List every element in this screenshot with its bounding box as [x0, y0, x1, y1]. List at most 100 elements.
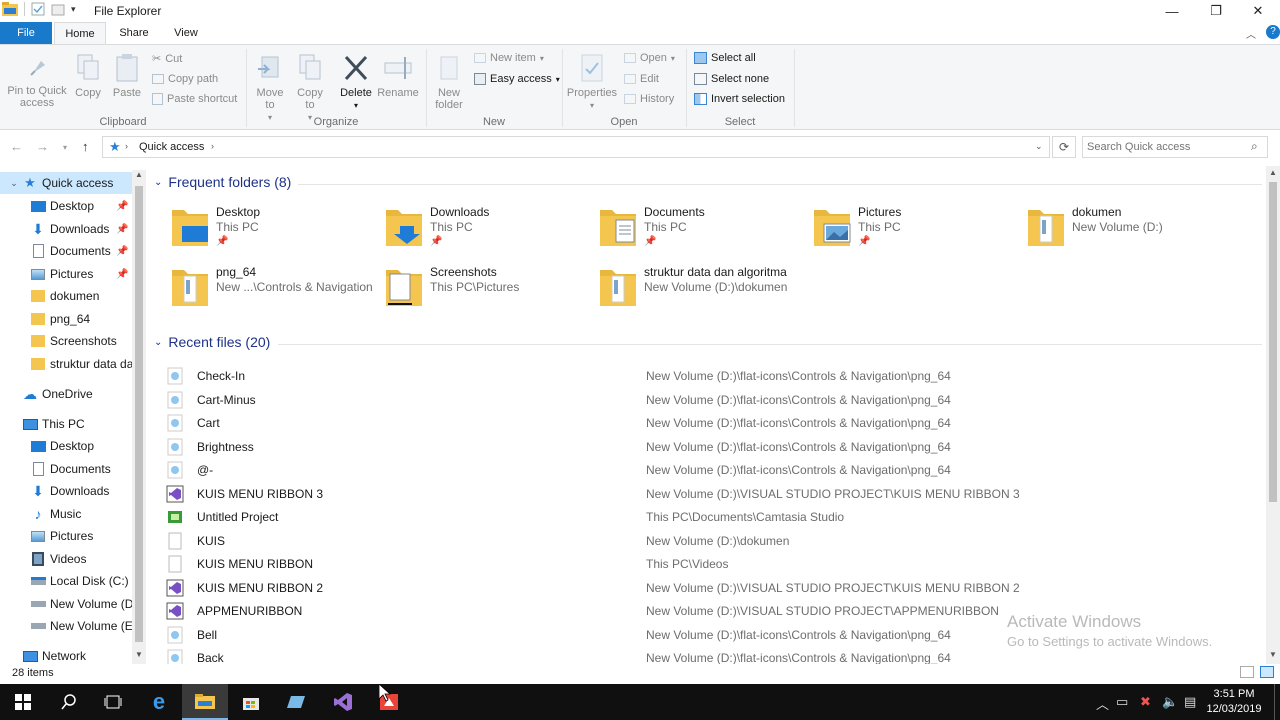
tab-view[interactable]: View [162, 22, 210, 44]
recent-file-row[interactable]: KUIS MENU RIBBON This PC\Videos [164, 553, 1254, 575]
folder-tile[interactable]: Screenshots This PC\Pictures [364, 264, 578, 320]
tab-share[interactable]: Share [110, 22, 158, 44]
sidebar-item-struktur-data[interactable]: struktur data dan algoritma [0, 353, 132, 375]
edit-button[interactable]: Edit [624, 73, 659, 85]
new-folder-button[interactable]: New folder [430, 53, 468, 111]
sidebar-item-documents[interactable]: Documents 📌 [0, 240, 132, 262]
folder-tile[interactable]: Downloads This PC 📌 [364, 204, 578, 260]
new-folder-icon[interactable] [51, 2, 65, 16]
recent-file-row[interactable]: Cart-Minus New Volume (D:)\flat-icons\Con… [164, 389, 1254, 411]
breadcrumb-chevron-icon[interactable]: › [211, 141, 214, 151]
paste-button[interactable]: Paste [110, 53, 144, 99]
sidebar-item-png-64[interactable]: png_64 [0, 308, 132, 330]
content-scrollbar[interactable]: ▲ ▼ [1266, 166, 1280, 664]
collapse-ribbon-icon[interactable]: ︿ [1246, 26, 1256, 41]
recent-file-row[interactable]: Cart New Volume (D:)\flat-icons\Controls … [164, 412, 1254, 434]
sidebar-item-music[interactable]: ♪ Music [0, 503, 132, 525]
paste-shortcut-button[interactable]: Paste shortcut [152, 93, 237, 105]
sidebar-item-pc-downloads[interactable]: ⬇ Downloads [0, 480, 132, 502]
cut-button[interactable]: ✂ Cut [152, 52, 182, 66]
taskbar-visual-studio[interactable] [320, 684, 366, 720]
refresh-icon[interactable]: ⟳ [1052, 136, 1076, 158]
select-none-button[interactable]: Select none [694, 73, 769, 85]
back-arrow-icon[interactable]: ← [10, 139, 23, 154]
delete-button[interactable]: Delete ▾ [338, 53, 374, 112]
folder-tile[interactable]: Documents This PC 📌 [578, 204, 792, 260]
sidebar-item-new-volume-e[interactable]: New Volume (E:) [0, 615, 132, 637]
collapse-chevron-icon[interactable]: ⌄ [154, 337, 162, 348]
recent-file-row[interactable]: Check-In New Volume (D:)\flat-icons\Contr… [164, 365, 1254, 387]
properties-icon[interactable] [31, 2, 45, 16]
copy-path-button[interactable]: Copy path [152, 73, 218, 85]
sidebar-item-onedrive[interactable]: ☁ OneDrive [0, 383, 132, 405]
scroll-up-icon[interactable]: ▲ [135, 170, 143, 179]
breadcrumb-location[interactable]: Quick access [139, 141, 204, 153]
sidebar-item-dokumen[interactable]: dokumen [0, 285, 132, 307]
details-view-icon[interactable] [1240, 666, 1254, 678]
sidebar-item-pc-pictures[interactable]: Pictures [0, 525, 132, 547]
sidebar-item-local-disk-c[interactable]: Local Disk (C:) [0, 570, 132, 592]
address-dropdown-icon[interactable]: ⌄ [1035, 141, 1043, 152]
sidebar-item-downloads[interactable]: ⬇ Downloads 📌 [0, 218, 132, 240]
taskbar-app[interactable] [274, 684, 320, 720]
task-view-button[interactable] [90, 684, 136, 720]
taskbar-store[interactable] [228, 684, 274, 720]
large-icons-view-icon[interactable] [1260, 666, 1274, 678]
sidebar-item-desktop[interactable]: Desktop 📌 [0, 195, 132, 217]
volume-muted-icon[interactable]: 🔈 [1162, 694, 1178, 710]
scroll-down-icon[interactable]: ▼ [1269, 650, 1277, 659]
action-center-icon[interactable]: ▤ [1184, 694, 1196, 710]
clock[interactable]: 3:51 PM 12/03/2019 [1206, 687, 1262, 717]
collapse-chevron-icon[interactable]: ⌄ [154, 177, 162, 188]
taskbar-file-explorer[interactable] [182, 684, 228, 720]
up-arrow-icon[interactable]: ↑ [82, 139, 89, 154]
minimize-button[interactable]: — [1150, 0, 1194, 22]
select-all-button[interactable]: Select all [694, 52, 756, 64]
recent-file-row[interactable]: Brightness New Volume (D:)\flat-icons\Con… [164, 436, 1254, 458]
forward-arrow-icon[interactable]: → [36, 139, 49, 154]
scroll-down-icon[interactable]: ▼ [135, 650, 143, 659]
recent-file-row[interactable]: KUIS MENU RIBBON 3 New Volume (D:)\VISUAL… [164, 483, 1254, 505]
move-to-button[interactable]: Move to ▾ [252, 53, 288, 124]
battery-icon[interactable]: ▭ [1116, 694, 1128, 710]
sidebar-item-new-volume-d[interactable]: New Volume (D:) [0, 593, 132, 615]
recent-file-row[interactable]: KUIS New Volume (D:)\dokumen [164, 530, 1254, 552]
close-button[interactable]: ✕ [1236, 0, 1280, 22]
address-bar[interactable]: ★ › Quick access › ⌄ [102, 136, 1050, 158]
expand-chevron-icon[interactable]: ⌄ [6, 175, 22, 191]
sidebar-item-network[interactable]: Network [0, 645, 132, 664]
recent-file-row[interactable]: @- New Volume (D:)\flat-icons\Controls & … [164, 459, 1254, 481]
rename-button[interactable]: Rename [376, 53, 420, 99]
sidebar-item-quick-access[interactable]: ⌄ ★ Quick access [0, 172, 132, 194]
folder-tile[interactable]: png_64 New ...\Controls & Navigation [150, 264, 373, 320]
tab-home[interactable]: Home [54, 22, 106, 44]
open-button[interactable]: Open ▾ [624, 52, 675, 64]
sidebar-item-pictures[interactable]: Pictures 📌 [0, 263, 132, 285]
recent-locations-chevron-icon[interactable]: ▾ [63, 143, 67, 152]
frequent-folders-header[interactable]: ⌄ Frequent folders (8) [154, 174, 291, 190]
maximize-button[interactable]: ❐ [1194, 0, 1238, 22]
search-button[interactable] [46, 684, 92, 720]
pin-quick-access-button[interactable]: Pin to Quick access [4, 53, 70, 109]
search-input[interactable] [1087, 139, 1247, 155]
show-desktop-button[interactable] [1274, 684, 1280, 720]
scrollbar-thumb[interactable] [135, 186, 143, 642]
folder-tile[interactable]: dokumen New Volume (D:) [1006, 204, 1220, 260]
sidebar-scrollbar[interactable]: ▲ ▼ [132, 170, 146, 664]
new-item-button[interactable]: New item ▾ [474, 52, 544, 64]
sidebar-item-pc-documents[interactable]: Documents [0, 458, 132, 480]
history-button[interactable]: History [624, 93, 674, 105]
taskbar-edge[interactable]: e [136, 684, 182, 720]
show-hidden-icons-icon[interactable]: ︿ [1096, 694, 1109, 713]
customize-qat-icon[interactable]: ▾ [71, 4, 76, 15]
invert-selection-button[interactable]: Invert selection [694, 93, 785, 105]
recent-files-header[interactable]: ⌄ Recent files (20) [154, 334, 270, 350]
folder-tile[interactable]: Desktop This PC 📌 [150, 204, 364, 260]
copy-to-button[interactable]: Copy to ▾ [292, 53, 328, 124]
network-status-icon[interactable]: ✖ [1140, 694, 1151, 710]
folder-tile[interactable]: Pictures This PC 📌 [792, 204, 1006, 260]
sidebar-item-screenshots[interactable]: Screenshots [0, 330, 132, 352]
recent-file-row[interactable]: Back New Volume (D:)\flat-icons\Controls … [164, 647, 1254, 664]
search-box[interactable]: ⌕ [1082, 136, 1268, 158]
breadcrumb-chevron-icon[interactable]: › [125, 141, 128, 151]
